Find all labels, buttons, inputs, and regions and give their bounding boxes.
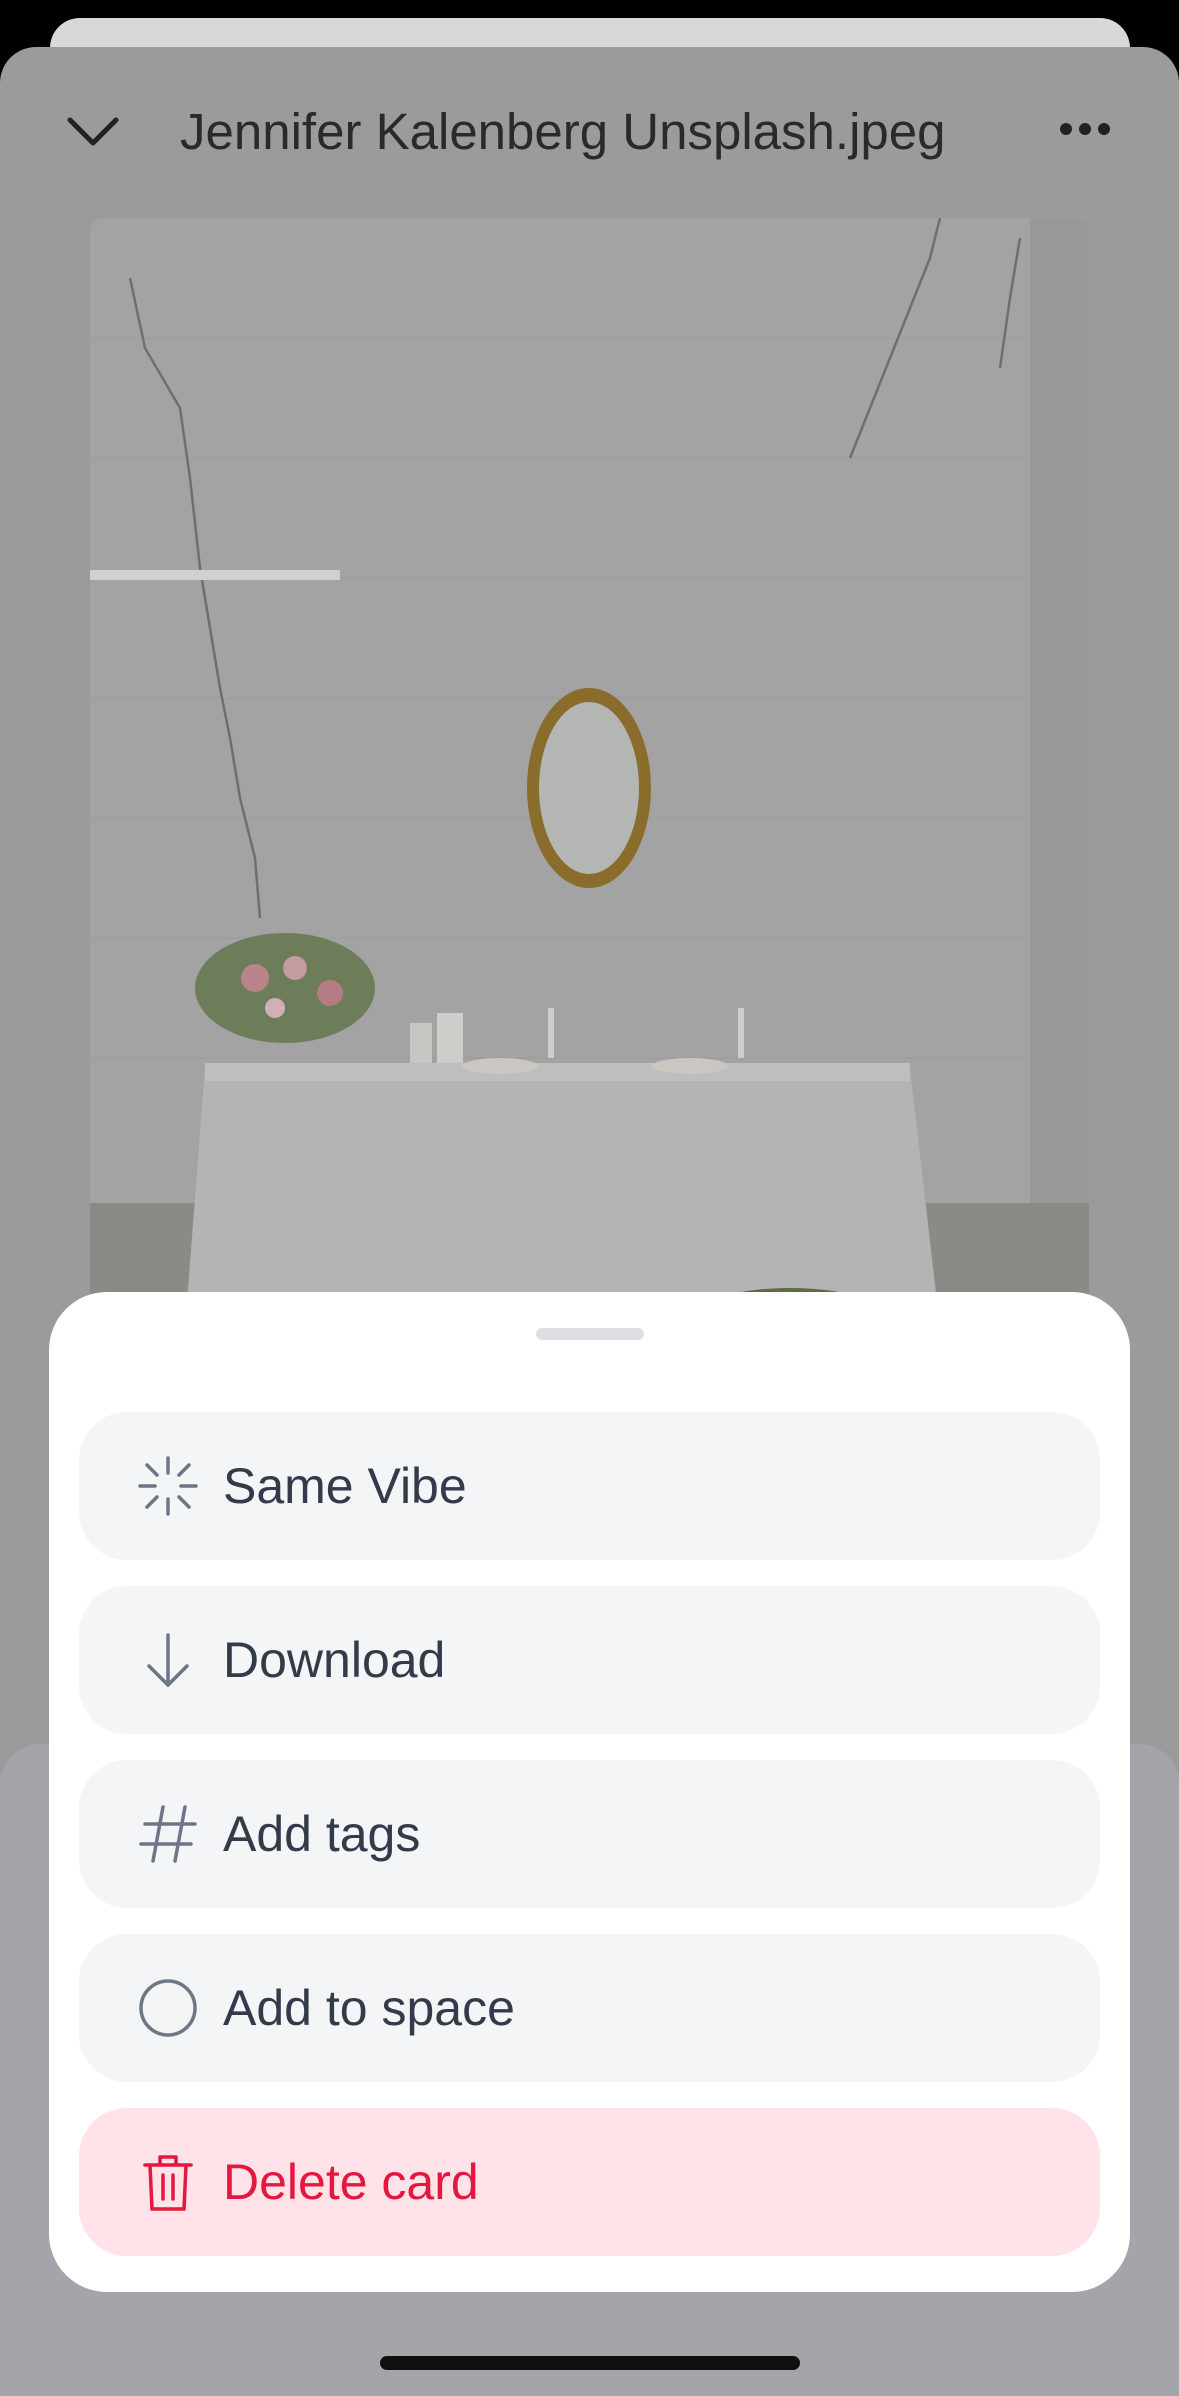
arrow-down-icon xyxy=(137,1629,199,1691)
add-tags-button[interactable]: Add tags xyxy=(79,1760,1100,1908)
more-options-button[interactable] xyxy=(1055,109,1115,149)
delete-card-button[interactable]: Delete card xyxy=(79,2108,1100,2256)
download-button[interactable]: Download xyxy=(79,1586,1100,1734)
delete-card-label: Delete card xyxy=(223,2154,479,2210)
trash-icon xyxy=(137,2151,199,2213)
add-tags-label: Add tags xyxy=(223,1806,421,1862)
collapse-button[interactable] xyxy=(60,107,126,157)
same-vibe-button[interactable]: Same Vibe xyxy=(79,1412,1100,1560)
same-vibe-label: Same Vibe xyxy=(223,1458,467,1514)
hashtag-icon xyxy=(137,1803,199,1865)
page-title: Jennifer Kalenberg Unsplash.jpeg xyxy=(180,103,946,160)
add-to-space-label: Add to space xyxy=(223,1980,515,2036)
card-image[interactable] xyxy=(90,218,1089,1328)
chevron-down-icon xyxy=(67,117,119,146)
circle-icon xyxy=(137,1977,199,2039)
download-label: Download xyxy=(223,1632,446,1688)
room-scene-illustration xyxy=(90,218,1089,1328)
home-indicator[interactable] xyxy=(380,2356,800,2370)
sheet-grabber[interactable] xyxy=(536,1328,644,1340)
sparkle-icon xyxy=(137,1455,199,1517)
add-to-space-button[interactable]: Add to space xyxy=(79,1934,1100,2082)
header: Jennifer Kalenberg Unsplash.jpeg xyxy=(0,47,1179,222)
action-sheet: Same Vibe Download Add tags Add to space… xyxy=(49,1292,1130,2292)
more-icon xyxy=(1060,123,1110,135)
